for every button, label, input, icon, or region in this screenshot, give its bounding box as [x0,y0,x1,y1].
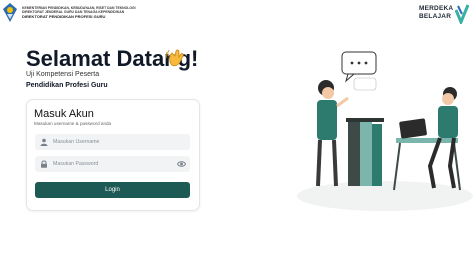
username-field[interactable]: Masukan Username [35,134,190,150]
top-header: KEMENTERIAN PENDIDIKAN, KEBUDAYAAN, RISE… [0,0,474,28]
login-instruction: Masukan username & password anda [34,121,112,126]
login-card: Masuk Akun Masukan username & password a… [26,99,200,211]
belajar-text: BELAJAR [419,12,452,20]
hero-subtitle: Uji Kompetensi Peserta [26,71,100,78]
desk-and-student [393,87,461,191]
merdeka-text: MERDEKA [419,5,454,12]
bookshelf [346,118,384,186]
classroom-illustration [297,51,473,211]
user-icon [40,138,48,146]
password-field[interactable]: Masukan Password [35,156,190,172]
eye-icon[interactable] [177,160,186,168]
login-button[interactable]: Login [35,182,190,198]
institution-line-3: DIREKTORAT PENDIDIKAN PROFESI GURU [22,14,106,19]
institution-name: KEMENTERIAN PENDIDIKAN, KEBUDAYAAN, RISE… [22,6,142,19]
speech-bubble-icon [341,51,377,83]
merdeka-belajar-logo: MERDEKA BELAJAR [419,4,469,26]
tut-wuri-logo-icon [3,3,17,22]
lock-icon [41,160,47,168]
username-placeholder: Masukan Username [53,139,100,145]
waving-hand-icon [166,49,184,67]
login-title: Masuk Akun [34,108,94,120]
merdeka-belajar-check-icon [455,4,469,24]
password-placeholder: Masukan Password [53,161,99,167]
program-name: Pendidikan Profesi Guru [26,82,108,89]
teacher-figure [316,80,349,187]
